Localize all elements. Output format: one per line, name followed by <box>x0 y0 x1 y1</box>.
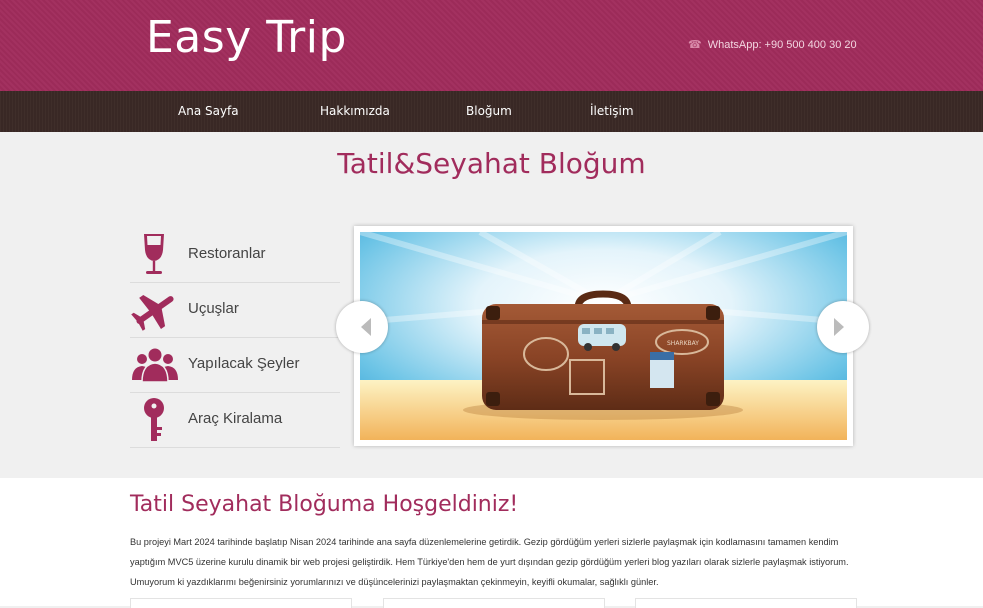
slider-prev-button[interactable] <box>336 301 388 353</box>
category-label: Uçuşlar <box>188 300 239 317</box>
nav-item-about[interactable]: Hakkımızda <box>320 104 390 118</box>
phone-icon: ☎ <box>688 39 702 51</box>
airplane-icon <box>131 295 174 331</box>
main-nav: Ana Sayfa Hakkımızda Bloğum İletişim <box>0 91 983 132</box>
category-label: Araç Kiralama <box>188 410 283 427</box>
wine-glass-icon <box>144 234 164 274</box>
key-icon <box>144 398 164 441</box>
chevron-right-icon <box>834 318 844 336</box>
image-slider: SHARKBAY <box>354 226 853 446</box>
chevron-left-icon <box>361 318 371 336</box>
hero-title: Tatil&Seyahat Bloğum <box>337 147 646 180</box>
slide-image: SHARKBAY <box>360 232 847 440</box>
people-icon <box>132 348 178 383</box>
category-flights[interactable]: Uçuşlar <box>130 283 340 338</box>
category-restaurants[interactable]: Restoranlar <box>130 228 340 283</box>
blog-card[interactable] <box>635 598 857 608</box>
site-header: Easy Trip ☎ WhatsApp: +90 500 400 30 20 <box>0 0 983 91</box>
nav-item-blog[interactable]: Bloğum <box>466 104 512 118</box>
category-label: Restoranlar <box>188 245 266 262</box>
site-logo[interactable]: Easy Trip <box>146 12 347 63</box>
category-car-rental[interactable]: Araç Kiralama <box>130 393 340 448</box>
blog-card[interactable] <box>130 598 352 608</box>
category-label: Yapılacak Şeyler <box>188 355 300 372</box>
nav-item-home[interactable]: Ana Sayfa <box>178 104 239 118</box>
suitcase-sticker-text: SHARKBAY <box>667 340 699 347</box>
welcome-text: Bu projeyi Mart 2024 tarihinde başlatıp … <box>130 537 849 587</box>
welcome-title: Tatil Seyahat Bloğuma Hoşgeldiniz! <box>130 492 519 517</box>
suitcase-photo: SHARKBAY <box>360 232 847 440</box>
blog-card[interactable] <box>383 598 605 608</box>
slider-next-button[interactable] <box>817 301 869 353</box>
whatsapp-text: WhatsApp: +90 500 400 30 20 <box>707 39 857 51</box>
category-things-to-do[interactable]: Yapılacak Şeyler <box>130 338 340 393</box>
nav-item-contact[interactable]: İletişim <box>590 104 634 118</box>
whatsapp-contact[interactable]: ☎ WhatsApp: +90 500 400 30 20 <box>688 38 857 51</box>
